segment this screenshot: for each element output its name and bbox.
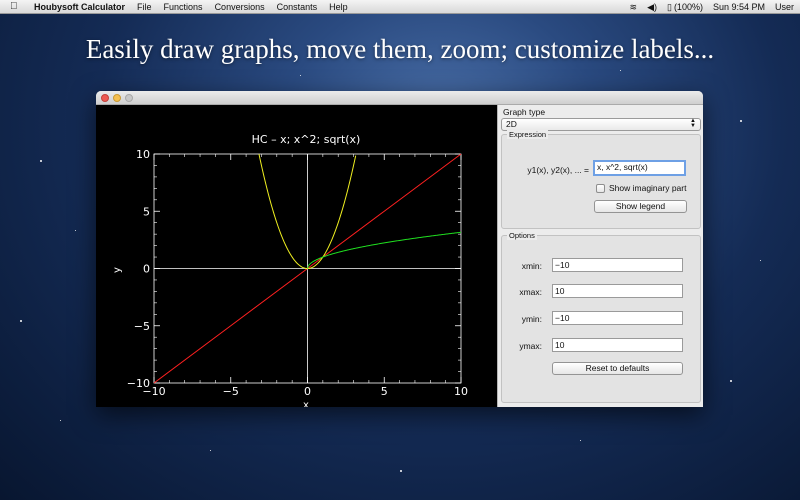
zoom-window-button[interactable] bbox=[125, 94, 133, 102]
y-tick-label: 10 bbox=[136, 148, 150, 161]
graph-plot-area[interactable]: HC – x; x^2; sqrt(x) y x −10 10 −5 5 0 0 5 −5 10… bbox=[96, 105, 497, 407]
menu-app-name[interactable]: Houbysoft Calculator bbox=[34, 2, 125, 12]
y-tick-label: 0 bbox=[143, 263, 150, 276]
volume-icon[interactable]: ◀) bbox=[647, 2, 657, 13]
y-axis-label: y bbox=[112, 267, 123, 273]
close-window-button[interactable] bbox=[101, 94, 109, 102]
show-legend-button[interactable]: Show legend bbox=[594, 200, 687, 213]
wifi-icon[interactable]: ≋ bbox=[630, 2, 638, 13]
expression-input[interactable]: x, x^2, sqrt(x) bbox=[593, 160, 686, 176]
ymin-label: ymin: bbox=[521, 314, 542, 324]
calculator-window: HC – x; x^2; sqrt(x) y x −10 10 −5 5 0 0 5 −5 10… bbox=[96, 91, 703, 407]
x-tick-label: 0 bbox=[304, 385, 311, 398]
show-imaginary-label: Show imaginary part bbox=[609, 183, 687, 193]
options-group: Options xmin: −10 xmax: 10 ymin: −10 yma… bbox=[501, 231, 701, 403]
select-arrows-icon: ▲ ▼ bbox=[690, 118, 696, 129]
plot-title: HC – x; x^2; sqrt(x) bbox=[252, 133, 361, 146]
series-line-sqrt-x bbox=[307, 231, 462, 269]
menu-help[interactable]: Help bbox=[329, 2, 348, 12]
menu-constants[interactable]: Constants bbox=[277, 2, 318, 12]
ymax-label: ymax: bbox=[519, 341, 542, 351]
y-tick-label: −5 bbox=[134, 320, 150, 333]
checkbox-box bbox=[596, 183, 605, 193]
graph-type-value: 2D bbox=[506, 119, 517, 129]
xmin-input[interactable]: −10 bbox=[552, 258, 683, 272]
apple-menu-icon[interactable]:  bbox=[10, 1, 22, 12]
status-area: ≋ ◀) ▯ (100%) Sun 9:54 PM User bbox=[620, 0, 794, 14]
reset-defaults-button[interactable]: Reset to defaults bbox=[552, 362, 683, 375]
graph-type-label: Graph type bbox=[503, 107, 546, 117]
expression-group: Expression y1(x), y2(x), ... = x, x^2, s… bbox=[501, 130, 701, 229]
clock[interactable]: Sun 9:54 PM bbox=[713, 2, 765, 12]
y-tick-label: −10 bbox=[127, 377, 150, 390]
xmax-input[interactable]: 10 bbox=[552, 284, 683, 298]
ymax-input[interactable]: 10 bbox=[552, 338, 683, 352]
x-tick-label: 5 bbox=[381, 385, 388, 398]
menu-bar:  Houbysoft Calculator File Functions Co… bbox=[0, 0, 800, 14]
x-tick-label: 10 bbox=[454, 385, 468, 398]
y-tick-label: 5 bbox=[143, 205, 150, 218]
menu-file[interactable]: File bbox=[137, 2, 152, 12]
expression-group-title: Expression bbox=[507, 130, 549, 139]
show-imaginary-checkbox[interactable]: Show imaginary part bbox=[596, 183, 686, 193]
x-tick-label: −5 bbox=[223, 385, 239, 398]
battery-icon[interactable]: ▯ (100%) bbox=[667, 2, 703, 13]
expression-label: y1(x), y2(x), ... = bbox=[527, 165, 589, 175]
options-group-title: Options bbox=[507, 231, 537, 240]
minimize-window-button[interactable] bbox=[113, 94, 121, 102]
xmin-label: xmin: bbox=[521, 261, 542, 271]
ymin-input[interactable]: −10 bbox=[552, 311, 683, 325]
settings-panel: Graph type 2D ▲ ▼ Expression y1(x), y2(x)… bbox=[497, 105, 703, 407]
xmax-label: xmax: bbox=[519, 287, 542, 297]
title-bar[interactable] bbox=[96, 91, 703, 105]
headline: Easily draw graphs, move them, zoom; cus… bbox=[85, 34, 715, 64]
menu-conversions[interactable]: Conversions bbox=[215, 2, 265, 12]
battery-percent: (100%) bbox=[673, 1, 703, 12]
menu-functions[interactable]: Functions bbox=[164, 2, 203, 12]
user-menu[interactable]: User bbox=[775, 2, 794, 12]
graph-svg: HC – x; x^2; sqrt(x) y x −10 10 −5 5 0 0 5 −5 10… bbox=[112, 133, 468, 407]
x-axis-label: x bbox=[303, 400, 309, 407]
